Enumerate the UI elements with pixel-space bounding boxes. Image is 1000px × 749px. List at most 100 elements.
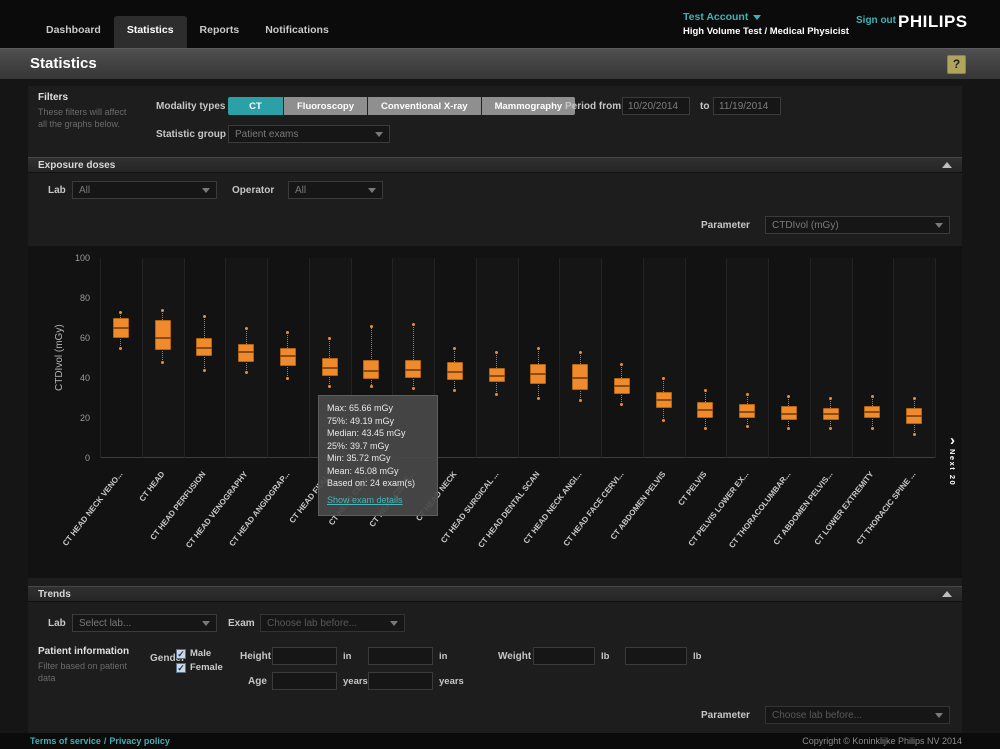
nav-item-dashboard[interactable]: Dashboard — [33, 16, 114, 48]
age-min-input[interactable] — [272, 672, 337, 690]
boxplot-box-ct-head[interactable] — [155, 320, 171, 350]
gender-checkbox-female[interactable]: ✓Female — [176, 662, 223, 673]
median-line — [781, 413, 797, 415]
account-menu[interactable]: Test Account — [683, 11, 849, 23]
gridline — [518, 258, 519, 458]
period-from-input[interactable] — [622, 97, 690, 115]
chart-tooltip: Max: 65.66 mGy75%: 49.19 mGyMedian: 43.4… — [318, 395, 438, 516]
operator-select[interactable]: All — [288, 181, 383, 199]
tooltip-line: Median: 43.45 mGy — [327, 427, 429, 440]
y-tick-label: 40 — [60, 373, 90, 383]
whisker-dot — [746, 425, 749, 428]
chevron-down-icon — [202, 188, 210, 193]
whisker-line — [413, 324, 414, 388]
height-min-input[interactable] — [272, 647, 337, 665]
height-min-unit: in — [343, 651, 351, 662]
weight-max-input[interactable] — [625, 647, 687, 665]
chevron-down-icon — [753, 15, 761, 20]
philips-logo: PHILIPS — [898, 12, 968, 32]
whisker-dot — [119, 311, 122, 314]
boxplot-box-ct-head-angiograp[interactable] — [280, 348, 296, 366]
statistic-group-label: Statistic group — [156, 129, 226, 140]
boxplot-chart: CTDIvol (mGy) 020406080100 CT HEAD NECK … — [28, 246, 962, 578]
trends-parameter-label: Parameter — [701, 710, 750, 721]
median-line — [322, 367, 338, 369]
gridline — [893, 258, 894, 458]
lab-select[interactable]: All — [72, 181, 217, 199]
age-label: Age — [248, 676, 267, 687]
whisker-dot — [871, 427, 874, 430]
nav-item-reports[interactable]: Reports — [187, 16, 253, 48]
whisker-dot — [579, 399, 582, 402]
nav-items: DashboardStatisticsReportsNotifications — [33, 0, 342, 48]
gender-option-label: Female — [190, 662, 223, 673]
trends-section-header[interactable]: Trends — [28, 586, 962, 602]
whisker-dot — [662, 377, 665, 380]
gender-checkbox-male[interactable]: ✓Male — [176, 648, 223, 659]
median-line — [238, 351, 254, 353]
y-axis-ticks: 020406080100 — [28, 246, 94, 470]
whisker-dot — [495, 393, 498, 396]
help-button[interactable]: ? — [947, 55, 966, 74]
chevron-right-icon: › — [950, 434, 955, 447]
parameter-value: CTDIvol (mGy) — [772, 220, 839, 231]
account-area: Test Account High Volume Test / Medical … — [683, 11, 849, 37]
trends-lab-select[interactable]: Select lab... — [72, 614, 217, 632]
page-header: Statistics ? — [0, 48, 1000, 79]
weight-min-input[interactable] — [533, 647, 595, 665]
exposure-section-header[interactable]: Exposure doses — [28, 157, 962, 173]
period-to-input[interactable] — [713, 97, 781, 115]
show-exam-details-link[interactable]: Show exam details — [327, 495, 403, 505]
median-line — [614, 385, 630, 387]
whisker-dot — [871, 395, 874, 398]
next-20-button[interactable]: › Next 20 — [948, 434, 957, 486]
terms-of-service-link[interactable]: Terms of service — [30, 736, 101, 746]
trends-exam-select[interactable]: Choose lab before... — [260, 614, 405, 632]
gender-option-label: Male — [190, 648, 211, 659]
gridline — [309, 258, 310, 458]
trends-lab-value: Select lab... — [79, 618, 131, 629]
collapse-icon[interactable] — [942, 591, 952, 597]
modality-button-fluoroscopy[interactable]: Fluoroscopy — [284, 97, 368, 115]
whisker-dot — [787, 427, 790, 430]
boxplot-box-ct-head-cerv[interactable] — [363, 360, 379, 379]
sign-out-link[interactable]: Sign out — [856, 15, 896, 26]
y-tick-label: 80 — [60, 293, 90, 303]
y-tick-label: 100 — [60, 253, 90, 263]
exposure-section-title: Exposure doses — [38, 160, 115, 171]
tooltip-line: 75%: 49.19 mGy — [327, 415, 429, 428]
patient-info-title: Patient information — [38, 646, 129, 657]
gridline — [476, 258, 477, 458]
chevron-down-icon — [935, 713, 943, 718]
whisker-dot — [245, 327, 248, 330]
modality-button-conventional-x-ray[interactable]: Conventional X-ray — [368, 97, 482, 115]
gridline — [768, 258, 769, 458]
nav-item-notifications[interactable]: Notifications — [252, 16, 342, 48]
parameter-select[interactable]: CTDIvol (mGy) — [765, 216, 950, 234]
boxplot-box-ct-head-venography[interactable] — [238, 344, 254, 362]
filters-description: These filters will affect all the graphs… — [38, 106, 134, 130]
gridline — [225, 258, 226, 458]
collapse-icon[interactable] — [942, 162, 952, 168]
whisker-dot — [328, 385, 331, 388]
trends-parameter-select[interactable]: Choose lab before... — [765, 706, 950, 724]
privacy-policy-link[interactable]: Privacy policy — [109, 736, 170, 746]
whisker-dot — [579, 351, 582, 354]
whisker-dot — [161, 309, 164, 312]
gridline — [142, 258, 143, 458]
height-max-input[interactable] — [368, 647, 433, 665]
gridline — [810, 258, 811, 458]
whisker-dot — [161, 361, 164, 364]
whisker-dot — [370, 325, 373, 328]
x-tick-label: CT HEAD NECK VENO... — [28, 470, 124, 578]
modality-button-ct[interactable]: CT — [228, 97, 284, 115]
statistic-group-select[interactable]: Patient exams — [228, 125, 390, 143]
gridline — [267, 258, 268, 458]
tooltip-line: Mean: 45.08 mGy — [327, 465, 429, 478]
median-line — [823, 413, 839, 415]
nav-item-statistics[interactable]: Statistics — [114, 16, 187, 48]
y-tick-label: 60 — [60, 333, 90, 343]
age-max-input[interactable] — [368, 672, 433, 690]
modality-button-mammography[interactable]: Mammography — [482, 97, 576, 115]
whisker-dot — [495, 351, 498, 354]
